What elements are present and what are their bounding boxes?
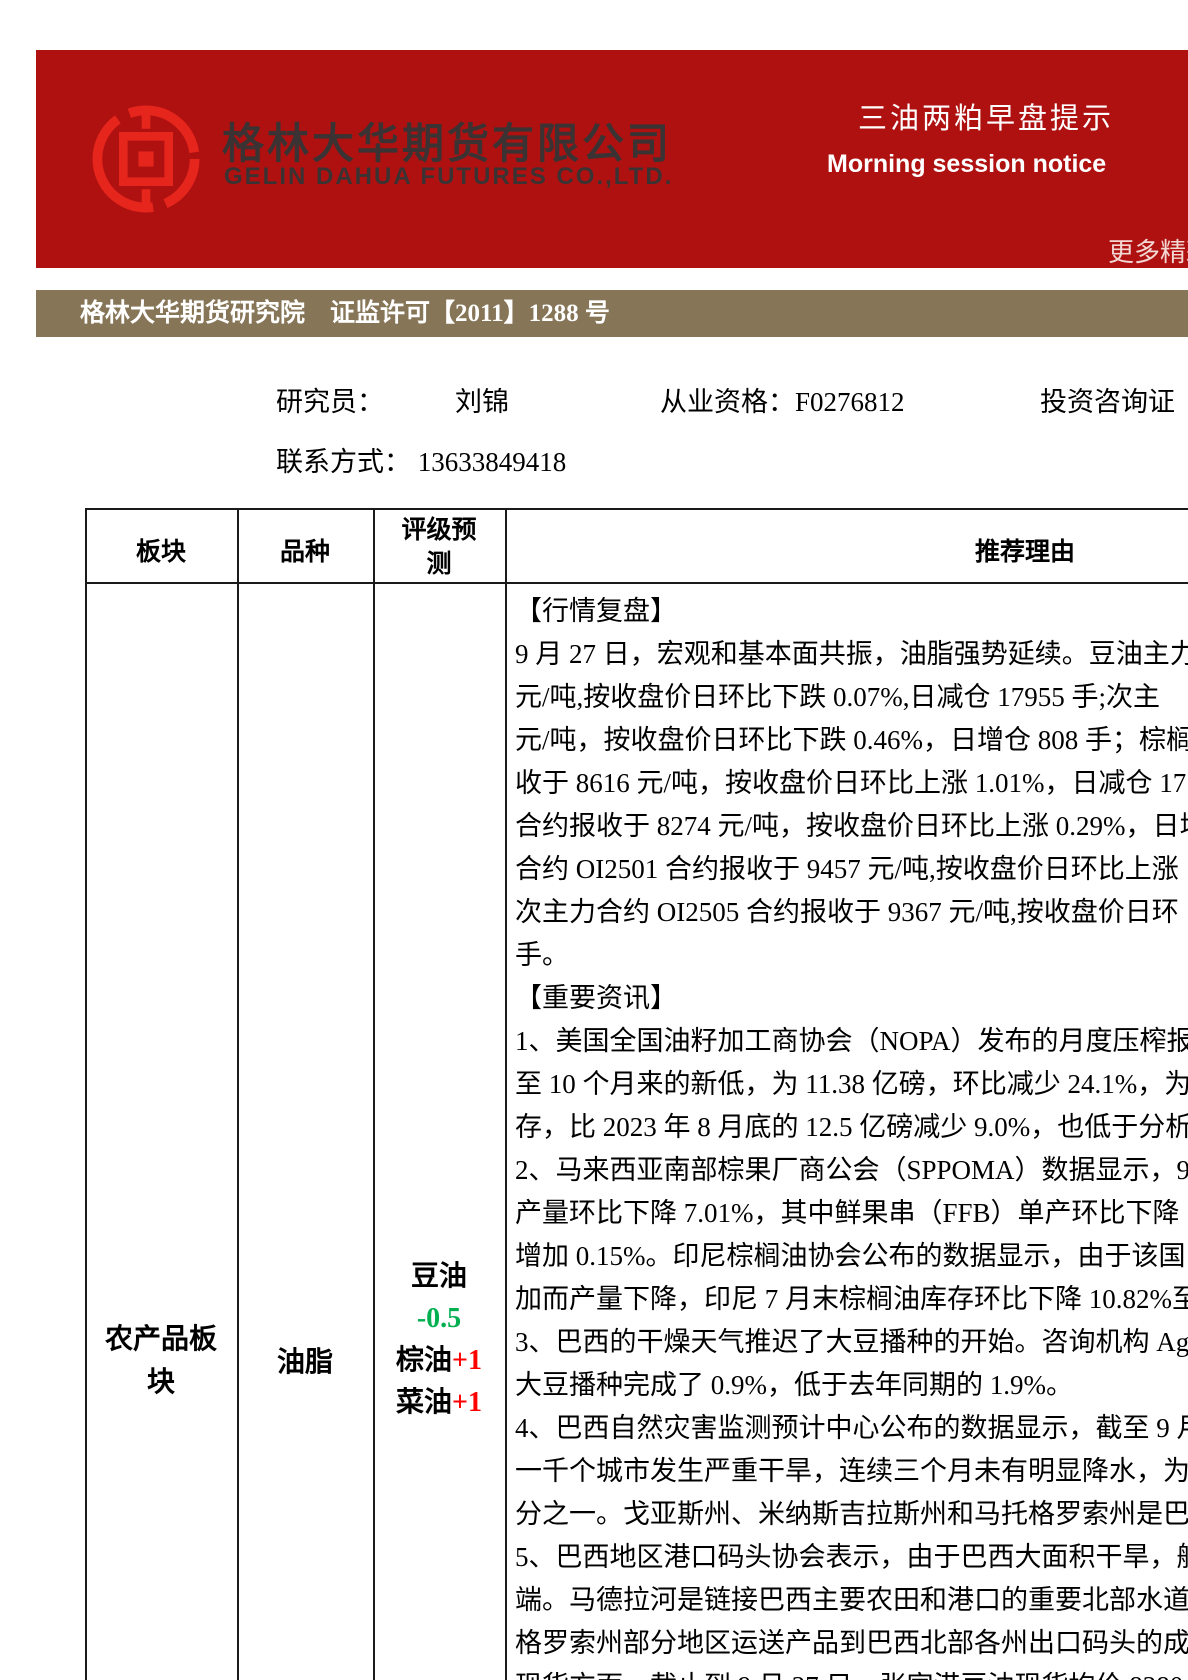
- reason-line: 元/吨，按收盘价日环比下跌 0.46%，日增仓 808 手；棕榈: [515, 725, 1188, 755]
- company-name-cn: 格林大华期货有限公司: [222, 120, 673, 167]
- researcher-name: 刘锦: [455, 387, 509, 417]
- header-rating: 评级预测: [401, 517, 477, 578]
- table-border-col3: [373, 508, 375, 1680]
- reason-line: 现货方面，截止到 9 月 27 日，张家港豆油现货均价 8280: [515, 1665, 1188, 1680]
- more-content-text: 更多精彩: [1108, 238, 1188, 267]
- reason-line: 元/吨,按收盘价日环比下跌 0.07%,日减仓 17955 手;次主: [515, 682, 1160, 712]
- header-sector: 板块: [135, 539, 186, 566]
- reason-line: 【行情复盘】: [515, 596, 677, 626]
- rating-line-soybean-oil: 豆油: [410, 1261, 467, 1292]
- reason-line: 端。马德拉河是链接巴西主要农田和港口的重要北部水道: [515, 1585, 1188, 1615]
- table-top-border: [85, 508, 1188, 510]
- reason-line: 9 月 27 日，宏观和基本面共振，油脂强势延续。豆油主力: [515, 639, 1188, 669]
- reason-line: 收于 8616 元/吨，按收盘价日环比上涨 1.01%，日减仓 17: [515, 768, 1187, 798]
- credential-text: 格林大华期货研究院 证监许可【2011】1288 号: [80, 300, 610, 327]
- rating-line-rapeseed-oil: 菜油+1: [396, 1387, 482, 1418]
- reason-line: 一千个城市发生严重干旱，连续三个月未有明显降水，为: [515, 1456, 1188, 1486]
- rating-forecast-cell: 豆油 -0.5 棕油+1 菜油+1: [373, 1256, 505, 1424]
- researcher-role-label: 研究员：: [276, 387, 384, 417]
- header-reason: 推荐理由: [974, 539, 1075, 566]
- table-border-left: [85, 508, 87, 1680]
- rating-line-palm-oil: 棕油+1: [396, 1345, 482, 1376]
- report-title-en: Morning session notice: [827, 150, 1107, 178]
- reason-line: 3、巴西的干燥天气推迟了大豆播种的开始。咨询机构 AgR: [515, 1327, 1188, 1357]
- reason-line: 合约 OI2501 合约报收于 9457 元/吨,按收盘价日环比上涨: [515, 854, 1179, 884]
- credential-bar: 格林大华期货研究院 证监许可【2011】1288 号: [36, 290, 1188, 337]
- header-variety: 品种: [279, 539, 330, 566]
- reason-line: 大豆播种完成了 0.9%，低于去年同期的 1.9%。: [515, 1370, 1073, 1400]
- reason-text-block: 【行情复盘】 9 月 27 日，宏观和基本面共振，油脂强势延续。豆油主力 元/吨,按…: [515, 590, 1188, 1680]
- table-border-col2: [237, 508, 239, 1680]
- reason-line: 加而产量下降，印尼 7 月末棕榈油库存环比下降 10.82%至: [515, 1284, 1188, 1314]
- researcher-advisory: 投资咨询证: [1040, 387, 1175, 417]
- report-title-cn: 三油两粕早盘提示: [858, 103, 1115, 135]
- reason-line: 格罗索州部分地区运送产品到巴西北部各州出口码头的成: [515, 1628, 1188, 1658]
- reason-line: 增加 0.15%。印尼棕榈油协会公布的数据显示，由于该国: [515, 1241, 1186, 1271]
- variety-cell: 油脂: [276, 1347, 333, 1378]
- researcher-qualification: 从业资格：F0276812: [660, 387, 905, 417]
- reason-line: 5、巴西地区港口码头协会表示，由于巴西大面积干旱，航: [515, 1542, 1188, 1572]
- reason-line: 2、马来西亚南部棕果厂商公会（SPPOMA）数据显示，9 月: [515, 1155, 1188, 1185]
- reason-line: 产量环比下降 7.01%，其中鲜果串（FFB）单产环比下降 7: [515, 1198, 1188, 1228]
- rating-line-soybean-value: -0.5: [416, 1303, 462, 1334]
- table-header-border: [85, 582, 1188, 584]
- reason-line: 手。: [515, 940, 569, 970]
- reason-line: 存，比 2023 年 8 月底的 12.5 亿磅减少 9.0%，也低于分析: [515, 1112, 1188, 1142]
- reason-line: 1、美国全国油籽加工商协会（NOPA）发布的月度压榨报告: [515, 1026, 1188, 1056]
- reason-line: 分之一。戈亚斯州、米纳斯吉拉斯州和马托格罗索州是巴: [515, 1499, 1188, 1529]
- reason-line: 4、巴西自然灾害监测预计中心公布的数据显示，截至 9 月: [515, 1413, 1188, 1443]
- header-banner: 格林大华期货有限公司 GELIN DAHUA FUTURES CO.,LTD. …: [36, 50, 1188, 268]
- reason-line: 合约报收于 8274 元/吨，按收盘价日环比上涨 0.29%，日增: [515, 811, 1188, 841]
- sector-cell: 农产品板块: [104, 1324, 217, 1398]
- reason-line: 至 10 个月来的新低，为 11.38 亿磅，环比减少 24.1%，为: [515, 1069, 1188, 1099]
- researcher-contact: 联系方式： 13633849418: [276, 447, 567, 477]
- reason-line: 【重要资讯】: [515, 983, 677, 1013]
- company-name-en: GELIN DAHUA FUTURES CO.,LTD.: [224, 163, 674, 190]
- company-logo-icon: [92, 105, 200, 213]
- table-border-col4: [505, 508, 507, 1680]
- reason-line: 次主力合约 OI2505 合约报收于 9367 元/吨,按收盘价日环: [515, 897, 1179, 927]
